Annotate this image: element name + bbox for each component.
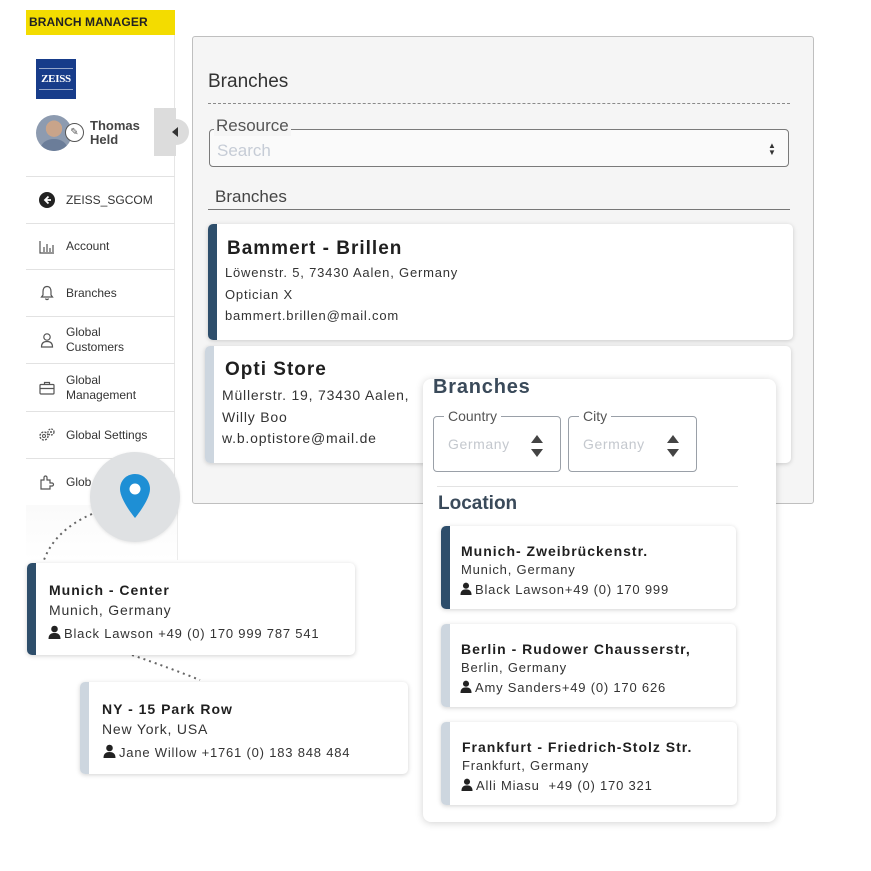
location-name: Munich- Zweibrückenstr.	[461, 543, 649, 559]
location-place: Munich, Germany	[49, 602, 172, 618]
location-name: NY - 15 Park Row	[102, 701, 233, 717]
person-icon	[461, 778, 473, 791]
popup-divider	[437, 486, 738, 487]
contact-phone[interactable]: +49 (0) 170 321	[548, 778, 652, 793]
select-arrows-icon[interactable]	[666, 434, 680, 458]
branch-manager-screen: BRANCH MANAGER ZEISS ✎ Thomas Held ZEISS…	[0, 0, 871, 871]
person-icon	[460, 582, 472, 595]
branches-popup: Branches Country Germany City Germany Lo…	[423, 376, 776, 822]
card-accent-bar	[80, 682, 89, 774]
location-name: Frankfurt - Friedrich-Stolz Str.	[462, 739, 693, 755]
location-card[interactable]: NY - 15 Park Row New York, USA Jane Will…	[80, 682, 408, 774]
contact-phone[interactable]: +49 (0) 170 999	[565, 582, 669, 597]
country-label: Country	[444, 408, 502, 424]
popup-title: Branches	[433, 376, 531, 398]
location-section-title: Location	[438, 493, 518, 514]
country-value: Germany	[448, 436, 510, 452]
select-arrows-icon[interactable]	[530, 434, 544, 458]
person-icon	[460, 680, 472, 693]
card-accent-bar	[441, 624, 450, 707]
contact-phone[interactable]: +49 (0) 170 999 787 541	[158, 626, 319, 641]
contact-name: Black Lawson	[64, 626, 154, 641]
card-accent-bar	[441, 722, 450, 805]
location-contact-row: Black Lawson +49 (0) 170 999 787 541	[48, 625, 319, 641]
location-name: Munich - Center	[49, 582, 170, 598]
location-place: Munich, Germany	[461, 562, 576, 577]
location-contact-row: Alli Miasu +49 (0) 170 321	[461, 778, 653, 793]
location-contact-row: Black Lawson+49 (0) 170 999	[460, 582, 669, 597]
location-place: Berlin, Germany	[461, 660, 567, 675]
contact-name: Alli Miasu	[476, 778, 540, 793]
contact-phone[interactable]: +1761 (0) 183 848 484	[202, 745, 351, 760]
location-card[interactable]: Berlin - Rudower Chausserstr, Berlin, Ge…	[441, 624, 736, 707]
location-card[interactable]: Munich- Zweibrückenstr. Munich, Germany …	[441, 526, 736, 609]
location-card[interactable]: Frankfurt - Friedrich-Stolz Str. Frankfu…	[441, 722, 737, 805]
contact-phone[interactable]: +49 (0) 170 626	[562, 680, 666, 695]
card-accent-bar	[27, 563, 36, 655]
location-place: New York, USA	[102, 721, 209, 737]
contact-name: Amy Sanders	[475, 680, 562, 695]
person-icon	[48, 625, 61, 639]
location-contact-row: Amy Sanders+49 (0) 170 626	[460, 680, 666, 695]
city-value: Germany	[583, 436, 645, 452]
location-pin-icon[interactable]	[118, 472, 152, 520]
card-accent-bar	[441, 526, 450, 609]
location-name: Berlin - Rudower Chausserstr,	[461, 641, 691, 657]
person-icon	[103, 744, 116, 758]
contact-name: Black Lawson	[475, 582, 565, 597]
connector-line	[43, 513, 93, 561]
location-place: Frankfurt, Germany	[462, 758, 590, 773]
connector-line	[131, 654, 201, 681]
location-contact-row: Jane Willow +1761 (0) 183 848 484	[103, 744, 350, 760]
city-label: City	[579, 408, 612, 424]
contact-name: Jane Willow	[119, 745, 198, 760]
location-card[interactable]: Munich - Center Munich, Germany Black La…	[27, 563, 355, 655]
